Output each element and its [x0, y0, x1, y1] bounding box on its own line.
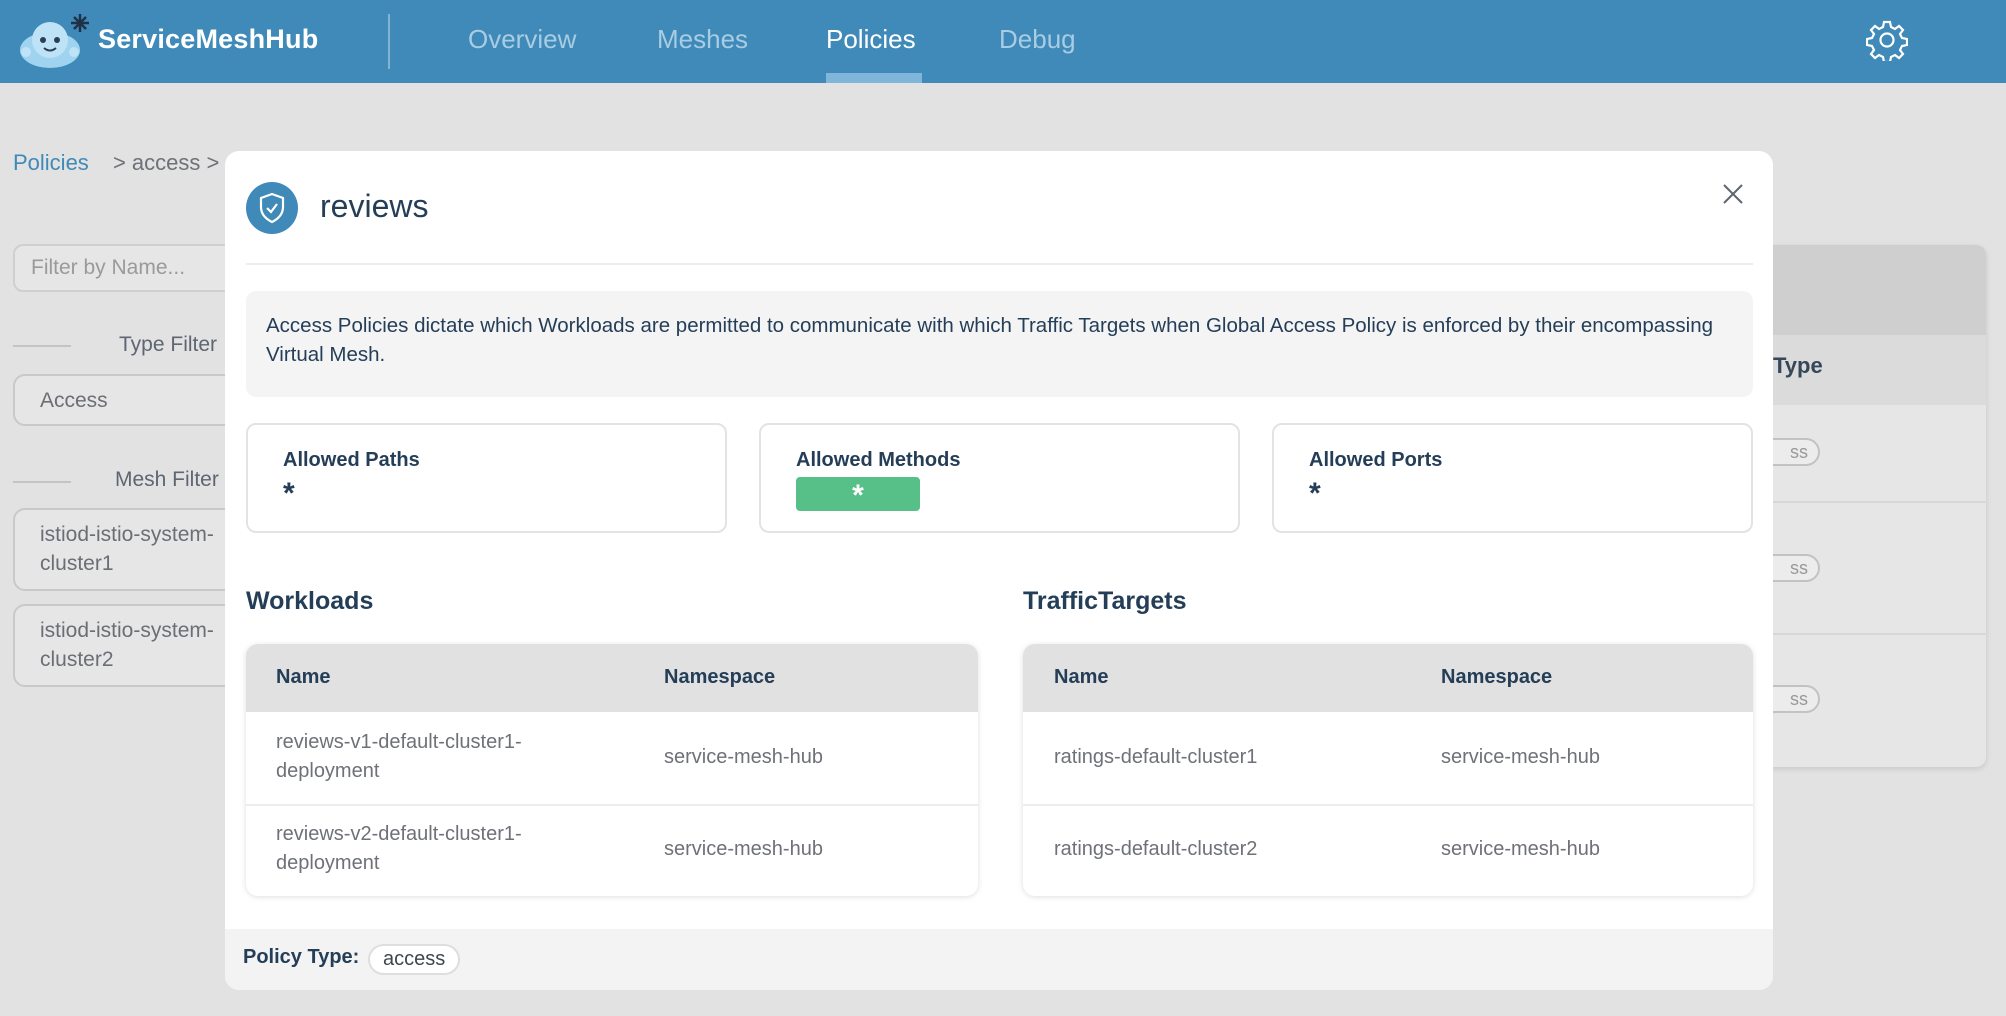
modal-title: reviews	[320, 188, 429, 224]
column-header-namespace[interactable]: Namespace	[664, 666, 775, 689]
type-filter-option-access[interactable]: Access	[13, 374, 243, 426]
traffic-target-namespace: service-mesh-hub	[1441, 746, 1600, 768]
workload-name: reviews-v2-default-cluster1-deployment	[276, 823, 522, 874]
workload-name: reviews-v1-default-cluster1-deployment	[276, 731, 522, 782]
allowed-methods-label: Allowed Methods	[796, 449, 961, 471]
mascot-logo-icon	[20, 14, 89, 68]
mesh-filter-label: Mesh Filter	[115, 468, 219, 491]
modal-divider	[246, 263, 1753, 265]
brand-name[interactable]: ServiceMeshHub	[98, 24, 318, 55]
policy-type-label: Policy Type:	[243, 946, 360, 968]
filter-by-name-input[interactable]: Filter by Name...	[13, 244, 243, 292]
allowed-paths-card: Allowed Paths *	[246, 423, 727, 533]
nav-policies[interactable]: Policies	[826, 24, 916, 55]
policy-details-modal: reviews Access Policies dictate which Wo…	[225, 151, 1773, 990]
row-divider	[1770, 633, 1986, 635]
breadcrumb-policies-link[interactable]: Policies	[13, 150, 89, 175]
traffic-targets-title: TrafficTargets	[1023, 587, 1187, 615]
gear-icon[interactable]	[1866, 19, 1908, 61]
policy-description: Access Policies dictate which Workloads …	[246, 291, 1753, 397]
allowed-methods-card: Allowed Methods *	[759, 423, 1240, 533]
allowed-paths-label: Allowed Paths	[283, 449, 420, 471]
traffic-target-name: ratings-default-cluster1	[1054, 746, 1258, 768]
column-header-type: Type	[1773, 353, 1823, 378]
policies-table-background: ss ss ss	[1750, 245, 1986, 767]
type-filter-divider	[13, 345, 71, 347]
allowed-methods-tag: *	[796, 477, 920, 512]
policies-table-header-band	[1770, 245, 1986, 335]
workloads-title: Workloads	[246, 587, 374, 615]
shield-check-icon	[246, 182, 298, 234]
mesh-filter-option-cluster1[interactable]: istiod-istio-system-cluster1	[13, 508, 243, 591]
close-icon[interactable]	[1721, 182, 1745, 206]
policy-type-badge: access	[368, 944, 461, 975]
breadcrumb-current: > access >	[112, 150, 220, 175]
row-divider	[1770, 501, 1986, 503]
topbar-divider	[388, 14, 390, 69]
traffic-targets-table-header: Name Namespace	[1023, 644, 1753, 712]
table-row[interactable]: reviews-v2-default-cluster1-deployment s…	[246, 804, 978, 896]
table-row[interactable]: reviews-v1-default-cluster1-deployment s…	[246, 712, 978, 804]
type-filter-label: Type Filter	[119, 333, 218, 356]
mesh-filter-divider	[13, 481, 71, 483]
breadcrumb: Policies > access >	[13, 150, 219, 176]
workloads-table-header: Name Namespace	[246, 644, 978, 712]
traffic-targets-table: Name Namespace ratings-default-cluster1 …	[1023, 644, 1753, 896]
traffic-target-name: ratings-default-cluster2	[1054, 838, 1258, 860]
modal-footer: Policy Type: access	[225, 929, 1773, 990]
column-header-name[interactable]: Name	[1054, 666, 1108, 689]
nav-overview[interactable]: Overview	[468, 24, 576, 55]
mesh-filter-option-cluster2[interactable]: istiod-istio-system-cluster2	[13, 604, 243, 687]
column-header-namespace[interactable]: Namespace	[1441, 666, 1552, 689]
table-row[interactable]: ratings-default-cluster1 service-mesh-hu…	[1023, 712, 1753, 804]
traffic-target-namespace: service-mesh-hub	[1441, 838, 1600, 860]
allowed-ports-label: Allowed Ports	[1309, 449, 1443, 471]
table-row[interactable]: ratings-default-cluster2 service-mesh-hu…	[1023, 804, 1753, 896]
nav-meshes[interactable]: Meshes	[657, 24, 748, 55]
active-nav-indicator	[826, 73, 922, 83]
allowed-paths-value: *	[283, 477, 295, 510]
workload-namespace: service-mesh-hub	[664, 746, 823, 768]
column-header-name[interactable]: Name	[276, 666, 330, 689]
workloads-table: Name Namespace reviews-v1-default-cluste…	[246, 644, 978, 896]
allowed-ports-card: Allowed Ports *	[1272, 423, 1753, 533]
top-navigation-bar: ServiceMeshHub Overview Meshes Policies …	[0, 0, 2006, 83]
allowed-ports-value: *	[1309, 477, 1321, 510]
workload-namespace: service-mesh-hub	[664, 838, 823, 860]
nav-debug[interactable]: Debug	[999, 24, 1076, 55]
